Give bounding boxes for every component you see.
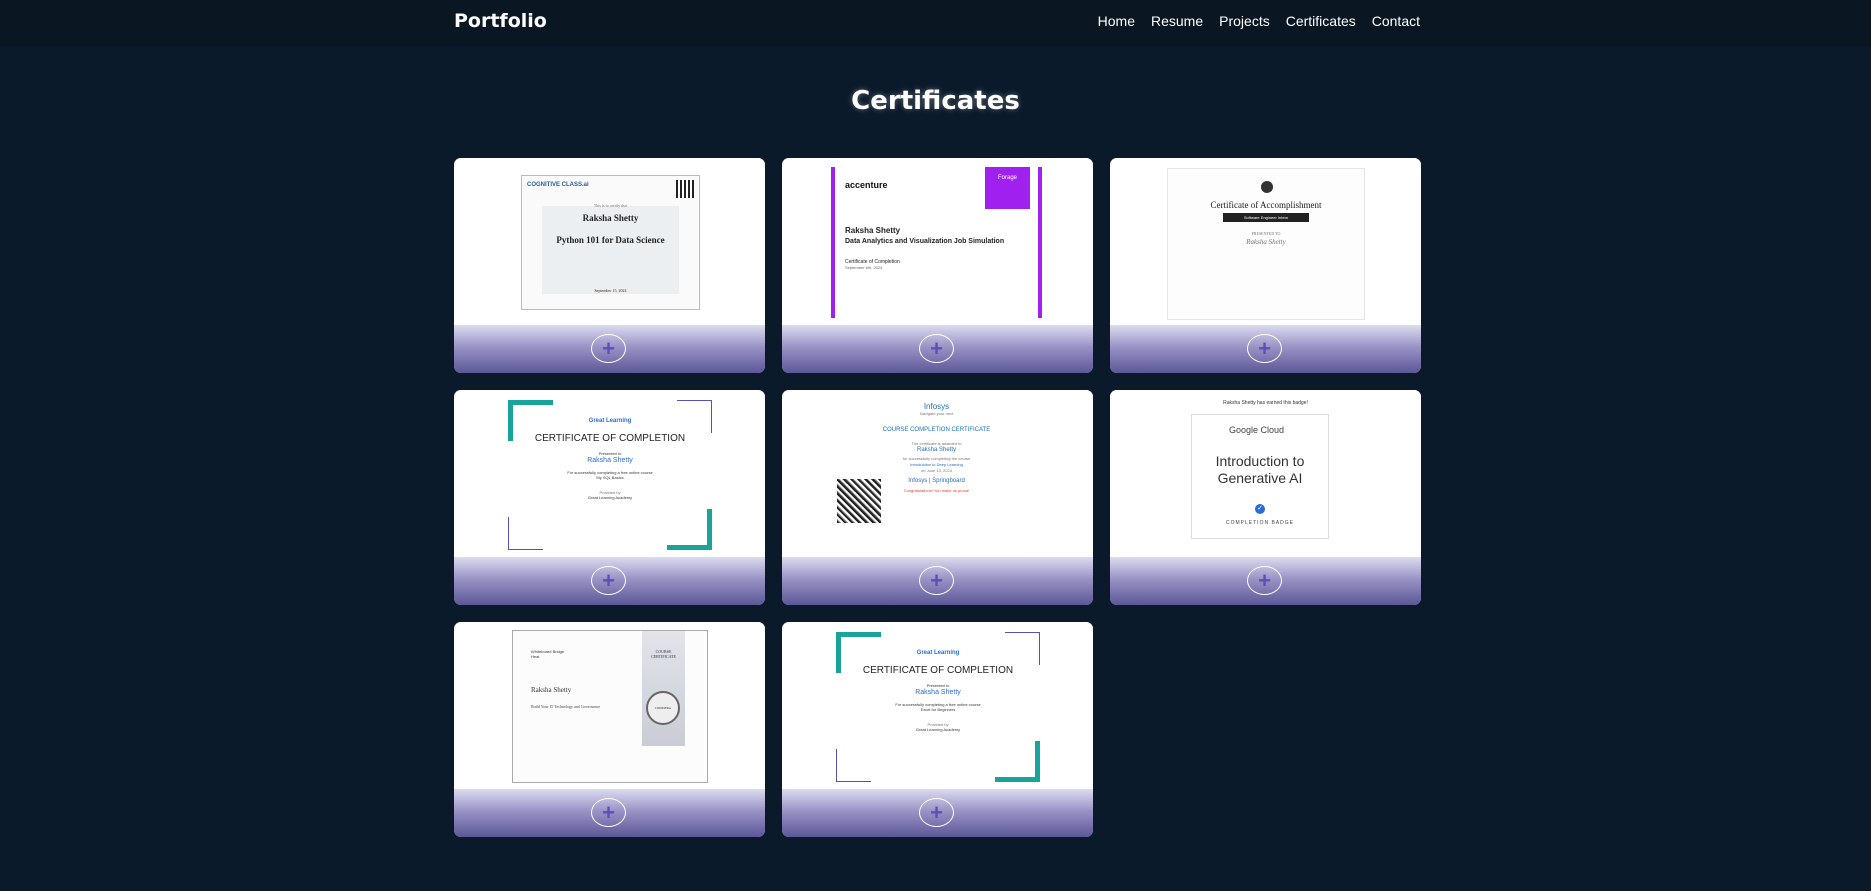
- card-footer: +: [454, 557, 765, 605]
- nav-link-certificates[interactable]: Certificates: [1286, 13, 1356, 29]
- accenture-logo: accenture: [845, 180, 888, 190]
- card-footer: +: [1110, 557, 1421, 605]
- expand-button[interactable]: +: [591, 798, 626, 827]
- certificate-image: Infosys Navigate your next COURSE COMPLE…: [782, 390, 1093, 557]
- card-footer: +: [782, 789, 1093, 837]
- card-footer: +: [454, 325, 765, 373]
- certificate-card[interactable]: accenture Forage Raksha Shetty Data Anal…: [782, 158, 1093, 373]
- certificate-image: Raksha Shetty has earned this badge! Goo…: [1110, 390, 1421, 557]
- expand-button[interactable]: +: [919, 798, 954, 827]
- great-learning-logo: Great Learning: [588, 418, 632, 424]
- certificate-image: COGNITIVE CLASS.ai This is to certify th…: [454, 158, 765, 325]
- check-icon: ✓: [1255, 504, 1265, 514]
- nav-link-resume[interactable]: Resume: [1151, 13, 1203, 29]
- nav-menu: Home Resume Projects Certificates Contac…: [1098, 13, 1420, 29]
- certificate-card[interactable]: Infosys Navigate your next COURSE COMPLE…: [782, 390, 1093, 605]
- google-cloud-logo: Google Cloud: [1229, 425, 1285, 435]
- certificate-image: Great Learning CERTIFICATE OF COMPLETION…: [782, 622, 1093, 789]
- certificate-card[interactable]: COGNITIVE CLASS.ai This is to certify th…: [454, 158, 765, 373]
- expand-button[interactable]: +: [1247, 334, 1282, 363]
- page-title: Certificates: [851, 86, 1020, 116]
- top-navbar: Portfolio Home Resume Projects Certifica…: [0, 0, 1871, 46]
- certificate-image: Whiteboard Bridge Heat COURSE CERTIFICAT…: [454, 622, 765, 789]
- certificate-image: Great Learning CERTIFICATE OF COMPLETION…: [454, 390, 765, 557]
- expand-button[interactable]: +: [591, 566, 626, 595]
- cognitive-class-logo: COGNITIVE CLASS.ai: [527, 182, 589, 188]
- great-learning-logo: Great Learning: [916, 650, 960, 656]
- card-footer: +: [1110, 325, 1421, 373]
- certificate-card[interactable]: Great Learning CERTIFICATE OF COMPLETION…: [454, 390, 765, 605]
- seal-icon: [1261, 181, 1273, 193]
- expand-button[interactable]: +: [919, 334, 954, 363]
- card-footer: +: [454, 789, 765, 837]
- card-footer: +: [782, 325, 1093, 373]
- certificate-image: Certificate of Accomplishment Software E…: [1110, 158, 1421, 325]
- infosys-logo: Infosys: [923, 402, 950, 411]
- certificate-card[interactable]: Certificate of Accomplishment Software E…: [1110, 158, 1421, 373]
- brand-logo[interactable]: Portfolio: [454, 10, 547, 32]
- forage-badge: Forage: [985, 167, 1030, 209]
- seal-icon: COURSERA: [646, 691, 680, 725]
- nav-link-home[interactable]: Home: [1098, 13, 1135, 29]
- expand-button[interactable]: +: [591, 334, 626, 363]
- issuer-logo: Whiteboard Bridge Heat: [531, 649, 565, 659]
- nav-link-projects[interactable]: Projects: [1219, 13, 1270, 29]
- qr-code-icon: [837, 479, 881, 523]
- certificate-card[interactable]: Great Learning CERTIFICATE OF COMPLETION…: [782, 622, 1093, 837]
- certificate-card[interactable]: Whiteboard Bridge Heat COURSE CERTIFICAT…: [454, 622, 765, 837]
- expand-button[interactable]: +: [919, 566, 954, 595]
- card-footer: +: [782, 557, 1093, 605]
- nav-link-contact[interactable]: Contact: [1372, 13, 1420, 29]
- expand-button[interactable]: +: [1247, 566, 1282, 595]
- certificate-card[interactable]: Raksha Shetty has earned this badge! Goo…: [1110, 390, 1421, 605]
- qr-code-icon: [676, 180, 694, 198]
- certificate-image: accenture Forage Raksha Shetty Data Anal…: [782, 158, 1093, 325]
